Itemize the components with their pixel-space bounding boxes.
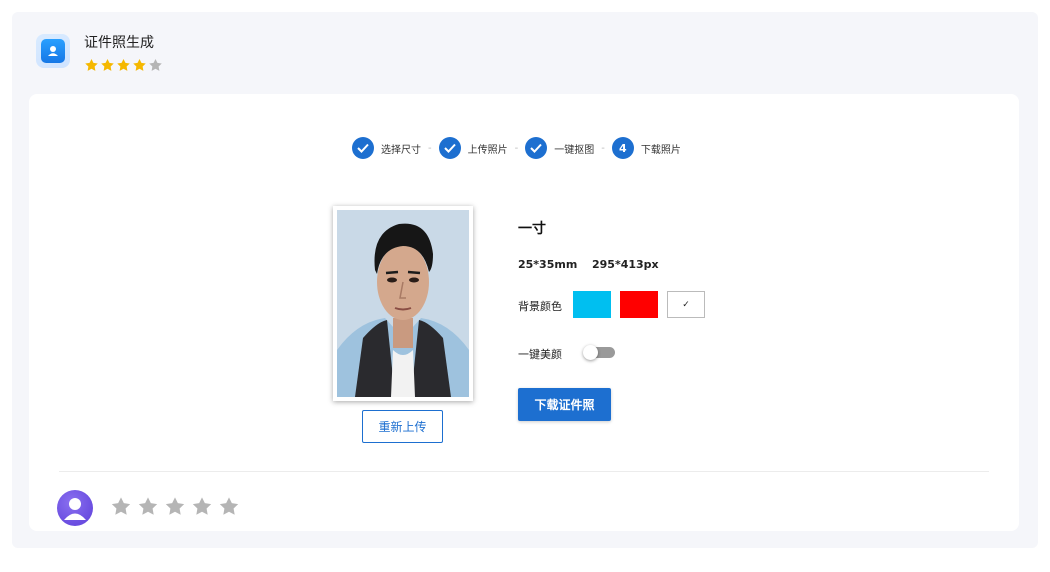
step-number: 4 [611,137,634,159]
check-icon [438,137,461,159]
background-swatch-white[interactable]: ✓ [667,291,705,318]
size-name: 一寸 [518,221,546,237]
app-panel: 证件照生成 选择尺寸 - 上传照片 - 一键抠图 - 4 下载照片 重新上传 一… [12,12,1038,548]
step-download: 4 下载照片 [611,137,681,159]
portrait-photo [337,210,469,397]
app-title: 证件照生成 [84,35,154,51]
star-empty-icon[interactable] [218,496,240,522]
beauty-toggle[interactable] [583,345,616,360]
app-rating [84,58,163,77]
star-empty-icon[interactable] [164,496,186,522]
background-swatch-blue[interactable] [573,291,611,318]
photo-preview [333,206,473,401]
step-cutout: 一键抠图 [525,137,594,159]
divider [59,471,989,472]
star-empty-icon[interactable] [191,496,213,522]
star-filled-icon [116,58,131,77]
main-card: 选择尺寸 - 上传照片 - 一键抠图 - 4 下载照片 重新上传 一寸 25*3… [29,94,1019,531]
background-color-label: 背景颜色 [518,300,562,313]
beauty-label: 一键美颜 [518,348,562,361]
step-label: 下载照片 [640,144,681,156]
star-empty-icon[interactable] [137,496,159,522]
size-mm: 25*35mm [518,258,578,271]
download-button[interactable]: 下载证件照 [518,388,611,421]
checkmark-icon: ✓ [682,299,690,310]
size-px: 295*413px [592,258,659,271]
step-label: 上传照片 [467,144,508,156]
reupload-button[interactable]: 重新上传 [362,410,443,443]
check-icon [352,137,374,159]
star-empty-icon[interactable] [110,496,132,522]
star-filled-icon [100,58,115,77]
step-separator: - [514,142,519,154]
step-label: 一键抠图 [554,144,595,156]
step-separator: - [601,142,605,154]
star-filled-icon [84,58,99,77]
star-empty-icon [148,58,163,77]
step-label: 选择尺寸 [381,144,421,156]
background-swatch-red[interactable] [620,291,658,318]
user-badge-icon [36,34,70,68]
step-separator: - [428,142,432,154]
user-rating[interactable] [110,496,240,522]
step-select-size: 选择尺寸 [352,137,421,159]
check-icon [525,137,548,159]
progress-steps: 选择尺寸 - 上传照片 - 一键抠图 - 4 下载照片 [352,137,681,159]
star-filled-icon [132,58,147,77]
toggle-knob [583,345,598,360]
step-upload-photo: 上传照片 [438,137,508,159]
avatar [57,490,93,526]
